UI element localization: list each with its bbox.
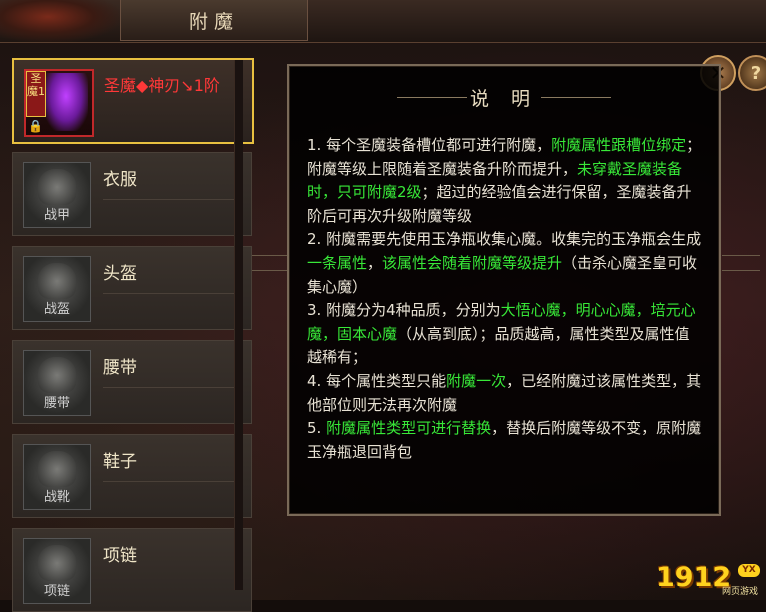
- slot-tag: 圣魔1: [26, 71, 46, 117]
- slot-belt[interactable]: 腰带 腰带: [12, 340, 252, 424]
- sidebar-scrollbar[interactable]: [234, 60, 243, 590]
- title-ornament-right: [541, 97, 611, 98]
- rule-5: 5. 附魔属性类型可进行替换，替换后附魔等级不变，原附魔玉净瓶退回背包: [307, 419, 702, 461]
- panel-body: 1. 每个圣魔装备槽位都可进行附魔，附魔属性跟槽位绑定；附魔等级上限随着圣魔装备…: [307, 134, 703, 464]
- slot-clothes[interactable]: 战甲 衣服: [12, 152, 252, 236]
- lock-icon: 🔒: [28, 119, 43, 133]
- holy-demon-weapon-icon: 圣魔1 🔒: [24, 69, 94, 137]
- icon-caption: 项链: [43, 584, 70, 599]
- rule-3: 3. 附魔分为4种品质，分别为大悟心魔，明心心魔，培元心魔，固本心魔（从高到底）…: [307, 301, 696, 367]
- rail-ornament: [252, 255, 290, 271]
- dragon-ornament-icon: [0, 0, 120, 42]
- help-icon: ?: [750, 62, 762, 84]
- logo-subtitle: 网页游戏: [722, 587, 759, 597]
- title-bar: 附魔: [0, 0, 766, 43]
- game-window: 附魔 圣魔1 🔒 圣魔◆神刃↘1阶 战甲 衣服 战盔 头盔 腰带 腰带 战靴 鞋…: [0, 0, 766, 612]
- rail-ornament: [722, 255, 760, 271]
- rule-2: 2. 附魔需要先使用玉净瓶收集心魔。收集完的玉净瓶会生成一条属性，该属性会随着附…: [307, 230, 702, 296]
- weapon-glow: [44, 73, 88, 131]
- belt-icon: 腰带: [23, 350, 91, 416]
- icon-caption: 战盔: [43, 302, 70, 317]
- armor-icon: 战甲: [23, 162, 91, 228]
- slot-label: 头盔: [103, 264, 137, 284]
- slot-shoes[interactable]: 战靴 鞋子: [12, 434, 252, 518]
- rule-4: 4. 每个属性类型只能附魔一次，已经附魔过该属性类型，其他部位则无法再次附魔: [307, 371, 702, 414]
- slot-holy-demon-weapon[interactable]: 圣魔1 🔒 圣魔◆神刃↘1阶: [12, 58, 254, 144]
- site-watermark-logo: 1912 YX 网页游戏: [656, 560, 766, 600]
- window-title: 附魔: [188, 10, 239, 33]
- slot-label: 腰带: [103, 358, 137, 378]
- slot-label: 衣服: [103, 170, 137, 190]
- equipment-slot-list: 圣魔1 🔒 圣魔◆神刃↘1阶 战甲 衣服 战盔 头盔 腰带 腰带 战靴 鞋子 项…: [6, 50, 254, 612]
- boots-icon: 战靴: [23, 444, 91, 510]
- icon-caption: 战甲: [43, 208, 70, 223]
- help-button[interactable]: ?: [738, 55, 766, 91]
- logo-number: 1912: [656, 562, 732, 593]
- slot-label: 圣魔◆神刃↘1阶: [104, 76, 220, 95]
- description-panel: 说 明 1. 每个圣魔装备槽位都可进行附魔，附魔属性跟槽位绑定；附魔等级上限随着…: [287, 64, 721, 516]
- slot-helmet[interactable]: 战盔 头盔: [12, 246, 252, 330]
- logo-badge: YX: [738, 564, 760, 577]
- slot-necklace[interactable]: 项链 项链: [12, 528, 252, 612]
- icon-caption: 战靴: [43, 490, 70, 505]
- title-plate: 附魔: [120, 0, 308, 41]
- icon-caption: 腰带: [43, 396, 70, 411]
- rule-1: 1. 每个圣魔装备槽位都可进行附魔，附魔属性跟槽位绑定；附魔等级上限随着圣魔装备…: [307, 136, 702, 225]
- slot-label: 鞋子: [103, 452, 137, 472]
- necklace-icon: 项链: [23, 538, 91, 604]
- helmet-icon: 战盔: [23, 256, 91, 322]
- slot-label: 项链: [103, 546, 137, 566]
- panel-title: 说 明: [469, 88, 539, 110]
